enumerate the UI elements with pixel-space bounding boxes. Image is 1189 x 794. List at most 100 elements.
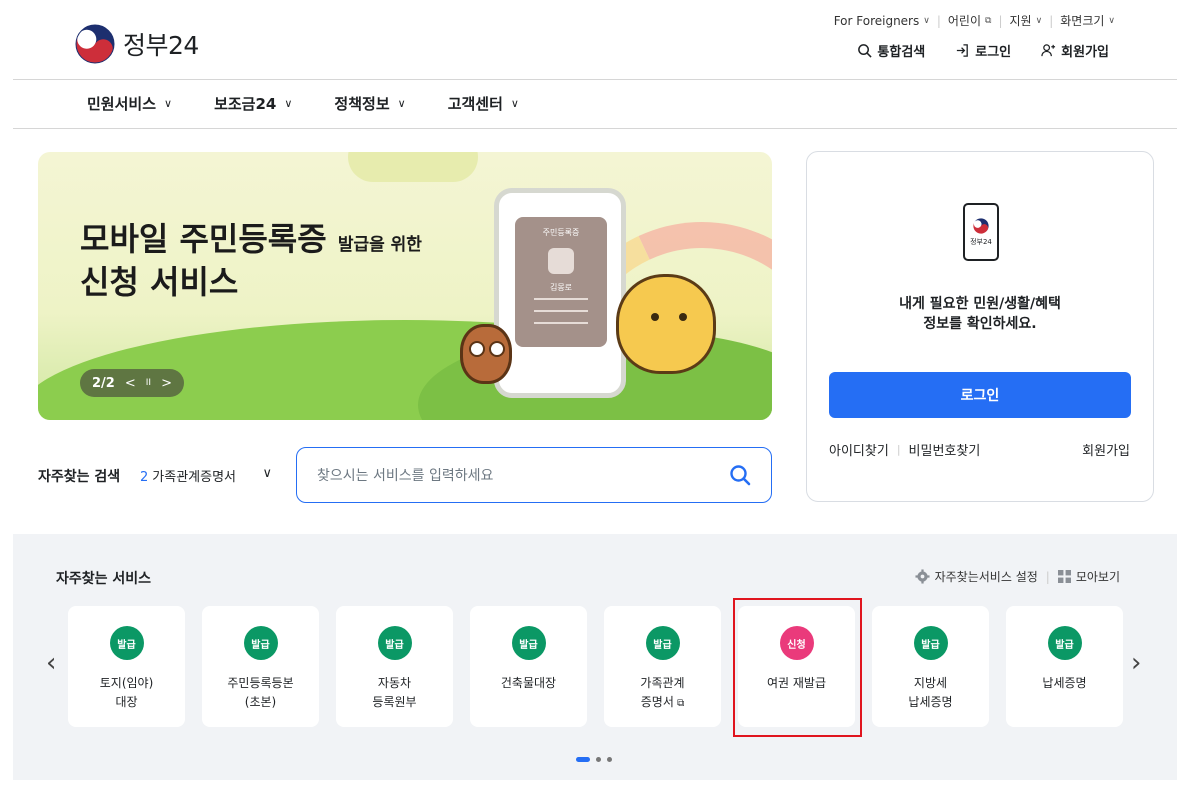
frequent-search-keyword: 가족관계증명서 [152,470,237,485]
util-support-label: 지원 [1009,14,1032,28]
login-link-label: 로그인 [975,45,1012,60]
frequent-search-label: 자주찾는 검색 [38,469,121,485]
pagination-dot[interactable] [596,757,601,762]
id-card-name: 김몽로 [549,283,573,292]
login-link[interactable]: 로그인 [955,41,1011,60]
service-card-label: 지방세 납세증명 [908,676,953,710]
chevron-down-icon: ∨ [1108,15,1115,26]
owl-mascot-illustration [460,324,512,384]
util-kids[interactable]: 어린이 ⧉ [948,12,992,29]
pagination-dot[interactable] [607,757,612,762]
login-panel: 정부24 내게 필요한 민원/생활/혜택 정보를 확인하세요. 로그인 아이디찾… [806,151,1154,502]
service-card-local-tax-certificate[interactable]: 발급 지방세 납세증명 [872,606,989,727]
government-emblem-icon [75,24,115,64]
highlight-box [733,598,862,737]
header-divider [13,79,1177,80]
banner-controls: 2/2 < II > [80,369,184,397]
grid-icon [1057,570,1071,583]
find-password-link[interactable]: 비밀번호찾기 [909,440,981,459]
main-nav: 민원서비스 ∨ 보조금24 ∨ 정책정보 ∨ 고객센터 ∨ [87,93,519,114]
nav-item-label: 정책정보 [334,95,390,113]
util-foreigners[interactable]: For Foreigners ∨ [834,14,930,28]
utility-menu: For Foreigners ∨ | 어린이 ⧉ | 지원 ∨ | 화면크기 ∨ [833,12,1115,29]
carousel-pagination [576,757,612,762]
banner-title-line1: 모바일 주민등록증 [80,220,327,258]
login-links: 아이디찾기 | 비밀번호찾기 회원가입 [829,440,1130,459]
nav-item-label: 고객센터 [447,95,503,113]
util-support[interactable]: 지원 ∨ [1010,12,1043,29]
pause-button[interactable]: II [146,378,151,388]
chevron-down-icon: ∨ [510,97,519,110]
nav-item-policy-info[interactable]: 정책정보 ∨ [334,93,405,114]
issue-badge: 발급 [1047,626,1082,660]
external-link-icon: ⧉ [673,698,685,710]
services-settings-label: 자주찾는서비스 설정 [934,570,1038,584]
nav-item-customer-center[interactable]: 고객센터 ∨ [448,93,519,114]
util-foreigners-label: For Foreigners [833,13,920,28]
site-logo[interactable]: 정부24 [75,24,199,64]
nav-item-label: 민원서비스 [87,95,157,113]
view-all-button[interactable]: 모아보기 [1057,568,1120,585]
next-slide-button[interactable]: > [161,376,172,391]
service-card-tax-certificate[interactable]: 발급 납세증명 [1006,606,1123,727]
carousel-next-button[interactable]: › [1131,648,1141,678]
service-card-land-register[interactable]: 발급 토지(임야) 대장 [68,606,185,727]
service-card-label: 가족관계 증명서 ⧉ [640,674,684,712]
chevron-down-icon: ∨ [284,97,293,110]
nav-item-civil-service[interactable]: 민원서비스 ∨ [87,93,172,114]
chevron-down-icon: ∨ [262,466,272,481]
signup-link[interactable]: 회원가입 [1082,440,1130,459]
service-card-label: 자동차 등록원부 [372,676,417,710]
external-link-icon: ⧉ [985,15,992,26]
chevron-down-icon: ∨ [164,97,173,110]
gov24-app-icon: 정부24 [963,203,999,261]
login-message-line1: 내게 필요한 민원/생활/혜택 [899,296,1061,312]
integrated-search-button[interactable]: 통합검색 [857,41,925,60]
signup-link-label: 회원가입 [1061,45,1109,60]
issue-badge: 발급 [109,626,144,660]
cloud-decoration [348,152,478,182]
services-settings-button[interactable]: 자주찾는서비스 설정 [915,568,1038,585]
promo-banner[interactable]: 모바일 주민등록증 발급을 위한 신청 서비스 주민등록증 김몽로 2/2 < … [38,152,772,420]
login-icon [957,44,969,57]
login-button[interactable]: 로그인 [829,372,1131,418]
id-card-illustration: 주민등록증 김몽로 [515,217,607,347]
service-card-building-register[interactable]: 발급 건축물대장 [470,606,587,727]
issue-badge: 발급 [377,626,412,660]
pagination-dot-active[interactable] [576,757,590,762]
government-emblem-icon [973,217,989,234]
frequent-search-rank: 2 [140,470,149,485]
chevron-down-icon: ∨ [923,15,930,26]
frequent-search-dropdown[interactable]: 2 가족관계증명서 ∨ [140,466,272,485]
banner-title-line2: 신청 서비스 [80,263,239,302]
search-icon[interactable] [729,464,751,486]
search-input[interactable]: 찾으시는 서비스를 입력하세요 [317,465,493,485]
service-card-resident-register[interactable]: 발급 주민등록등본 (초본) [202,606,319,727]
banner-title-small: 발급을 위한 [337,235,422,255]
app-icon-label: 정부24 [970,237,992,246]
service-card-label: 납세증명 [1042,676,1087,690]
find-id-link[interactable]: 아이디찾기 [829,440,889,459]
issue-badge: 발급 [913,626,948,660]
service-search-box[interactable]: 찾으시는 서비스를 입력하세요 [296,447,772,503]
frequent-services-title: 자주찾는 서비스 [56,571,152,587]
squirrel-mascot-illustration [616,274,716,374]
util-screen-size-label: 화면크기 [1060,14,1105,28]
gear-icon [915,569,930,584]
prev-slide-button[interactable]: < [125,376,136,391]
signup-link[interactable]: 회원가입 [1041,41,1109,60]
service-card-label: 주민등록등본 (초본) [227,676,294,710]
util-screen-size[interactable]: 화면크기 ∨ [1060,12,1115,29]
service-card-vehicle-register[interactable]: 발급 자동차 등록원부 [336,606,453,727]
nav-item-label: 보조금24 [214,95,277,113]
view-all-label: 모아보기 [1075,570,1120,584]
service-card-family-certificate[interactable]: 발급 가족관계 증명서 ⧉ [604,606,721,727]
issue-badge: 발급 [511,626,546,660]
service-cards: 발급 토지(임야) 대장 발급 주민등록등본 (초본) 발급 자동차 등록원부 … [68,606,1123,727]
service-card-label: 토지(임야) 대장 [99,676,154,710]
avatar-icon [548,248,574,274]
nav-item-subsidy24[interactable]: 보조금24 ∨ [214,93,292,114]
id-card-title: 주민등록증 [542,228,580,237]
carousel-prev-button[interactable]: ‹ [46,648,56,678]
chevron-down-icon: ∨ [1035,15,1043,26]
